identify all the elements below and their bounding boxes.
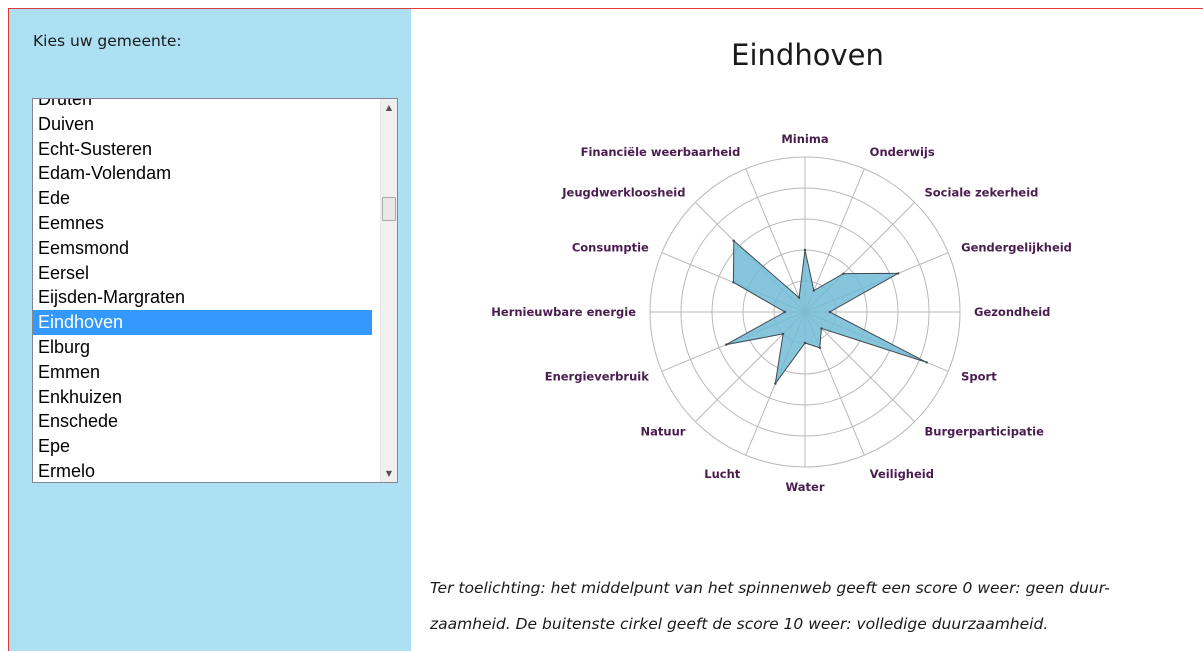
axis-label: Energieverbruik <box>545 370 649 384</box>
axis-label: Water <box>785 480 824 494</box>
axis-label: Jeugdwerkloosheid <box>561 185 685 199</box>
radar-point <box>797 296 801 299</box>
list-item[interactable]: Ede <box>33 186 372 211</box>
municipality-select-label: Kies uw gemeente: <box>33 32 182 50</box>
list-item[interactable]: Eijsden-Margraten <box>33 285 372 310</box>
radar-point <box>803 248 807 252</box>
radar-point <box>732 281 735 284</box>
axis-label: Gezondheid <box>974 305 1050 319</box>
radar-point <box>820 327 823 330</box>
scroll-up-arrow-icon[interactable]: ▲ <box>381 99 397 116</box>
radar-point <box>842 272 845 275</box>
list-item[interactable]: Elburg <box>33 335 372 360</box>
list-item[interactable]: Emmen <box>33 360 372 385</box>
axis-label: Minima <box>781 132 828 146</box>
axis-label: Veiligheid <box>870 467 934 481</box>
axis-label: Gendergelijkheid <box>961 240 1072 254</box>
scroll-thumb[interactable] <box>382 197 396 221</box>
radar-point <box>818 346 822 350</box>
caption-line-2: zaamheid. De buitenste cirkel geeft de s… <box>430 615 1049 633</box>
radar-point <box>803 341 807 345</box>
axis-label: Sociale zekerheid <box>925 185 1039 199</box>
municipality-listbox[interactable]: Druten Duiven Echt-Susteren Edam-Volendam Ed… <box>32 98 398 483</box>
list-item[interactable]: Edam-Volendam <box>33 161 372 186</box>
axis-label: Financiële weerbaarheid <box>581 145 741 159</box>
radar-point <box>781 332 785 336</box>
axis-label: Hernieuwbare energie <box>491 305 636 319</box>
axis-label: Lucht <box>704 467 741 481</box>
radar-chart: Minima Onderwijs Sociale zekerheid Genderge… <box>491 132 1072 494</box>
list-item[interactable]: Eindhoven <box>33 310 372 335</box>
axis-label: Sport <box>961 370 997 384</box>
list-item[interactable]: Enschede <box>33 409 372 434</box>
caption-line-1: Ter toelichting: het middelpunt van het … <box>430 579 1110 597</box>
radar-point <box>732 239 735 242</box>
scroll-down-arrow-icon[interactable]: ▼ <box>381 465 397 482</box>
list-item[interactable]: Duiven <box>33 112 372 137</box>
municipality-list: Druten Duiven Echt-Susteren Edam-Volendam Ed… <box>33 99 372 482</box>
chart-explanation: Ter toelichting: het middelpunt van het … <box>430 570 1200 642</box>
list-item[interactable]: Druten <box>33 99 372 112</box>
radar-point <box>774 382 777 385</box>
axis-label: Burgerparticipatie <box>925 425 1045 439</box>
axis-label: Onderwijs <box>870 145 935 159</box>
radar-point <box>783 310 787 314</box>
radar-point <box>896 272 900 275</box>
axis-label: Consumptie <box>572 240 649 254</box>
list-item[interactable]: Echt-Susteren <box>33 137 372 162</box>
list-item[interactable]: Eersel <box>33 261 372 286</box>
page-title: Eindhoven <box>731 38 884 72</box>
list-item[interactable]: Epe <box>33 434 372 459</box>
list-item[interactable]: Eemsmond <box>33 236 372 261</box>
radar-point <box>812 289 816 292</box>
radar-point <box>725 343 728 346</box>
radar-point <box>925 361 928 364</box>
listbox-scrollbar[interactable]: ▲ ▼ <box>380 99 397 482</box>
axis-label: Natuur <box>641 425 686 439</box>
list-item[interactable]: Eemnes <box>33 211 372 236</box>
radar-point <box>828 310 831 314</box>
list-item[interactable]: Enkhuizen <box>33 385 372 410</box>
list-item[interactable]: Ermelo <box>33 459 372 482</box>
